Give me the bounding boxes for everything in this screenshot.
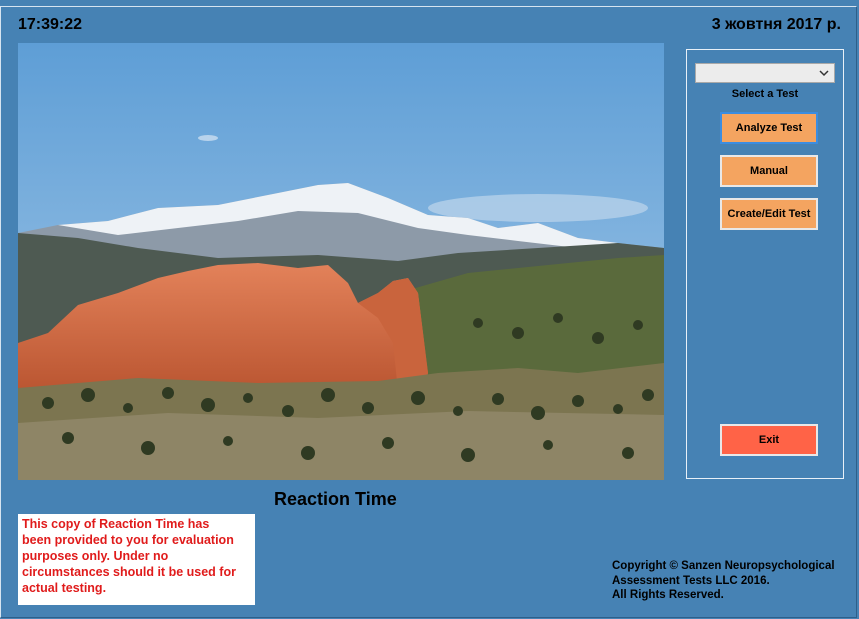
chevron-down-icon[interactable]: [818, 66, 830, 80]
notice-line: been provided to you for evaluation: [22, 533, 234, 547]
app-title: Reaction Time: [274, 489, 397, 509]
notice-line: This copy of Reaction Time has: [22, 517, 210, 531]
mountain-scene-image: [18, 43, 664, 480]
exit-button[interactable]: Exit: [720, 424, 818, 456]
clock: 17:39:22: [18, 16, 83, 33]
notice-line: circumstances should it be used for: [22, 565, 236, 579]
notice-line: purposes only. Under no: [22, 549, 169, 563]
create-edit-test-button[interactable]: Create/Edit Test: [720, 198, 818, 230]
select-test-label: Select a Test: [731, 88, 799, 100]
evaluation-notice: This copy of Reaction Time has been prov…: [18, 514, 255, 605]
copyright-line: All Rights Reserved.: [612, 589, 724, 601]
control-panel: Select a Test Analyze Test Manual Create…: [686, 49, 844, 479]
date-display: 3 жовтня 2017 р.: [711, 16, 841, 33]
copyright-notice: Copyright © Sanzen Neuropsychological As…: [612, 559, 852, 603]
copyright-line: Copyright © Sanzen Neuropsychological: [612, 560, 835, 572]
notice-line: actual testing.: [22, 581, 107, 595]
landscape-photo: [18, 43, 664, 480]
copyright-line: Assessment Tests LLC 2016.: [612, 574, 770, 587]
analyze-test-button[interactable]: Analyze Test: [720, 112, 818, 144]
test-select-dropdown[interactable]: [695, 63, 835, 83]
manual-button[interactable]: Manual: [720, 155, 818, 187]
